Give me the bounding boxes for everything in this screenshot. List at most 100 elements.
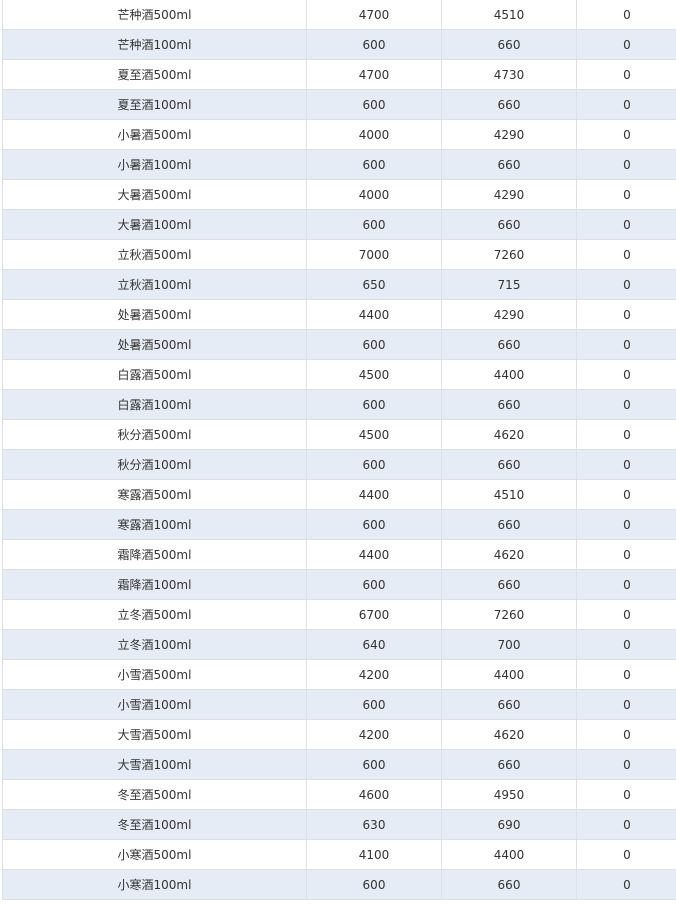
product-name-cell: 小寒酒500ml — [3, 840, 307, 869]
table-row: 白露酒100ml 600 660 0 — [3, 390, 676, 420]
table-row: 冬至酒500ml 4600 4950 0 — [3, 780, 676, 810]
product-name-cell: 霜降酒100ml — [3, 570, 307, 599]
count-cell: 0 — [623, 787, 631, 802]
count-cell: 0 — [623, 847, 631, 862]
product-name-cell: 小寒酒100ml — [3, 870, 307, 899]
product-name-cell: 冬至酒500ml — [3, 780, 307, 809]
product-name-cell: 立冬酒100ml — [3, 630, 307, 659]
price-cell-a: 600 — [307, 450, 442, 479]
product-name-cell: 大雪酒500ml — [3, 720, 307, 749]
table-row: 大雪酒100ml 600 660 0 — [3, 750, 676, 780]
table-row: 立秋酒100ml 650 715 0 — [3, 270, 676, 300]
price-cell-b: 4620 — [442, 720, 577, 749]
table-row: 大暑酒500ml 4000 4290 0 — [3, 180, 676, 210]
price-cell-a: 4500 — [307, 420, 442, 449]
price-cell-a: 4700 — [307, 0, 442, 29]
count-cell: 0 — [623, 547, 631, 562]
price-cell-a: 4000 — [307, 120, 442, 149]
table-row: 大暑酒100ml 600 660 0 — [3, 210, 676, 240]
product-name-cell: 冬至酒100ml — [3, 810, 307, 839]
price-cell-b: 660 — [442, 510, 577, 539]
price-cell-b: 715 — [442, 270, 577, 299]
table-row: 夏至酒500ml 4700 4730 0 — [3, 60, 676, 90]
table-row: 芒种酒500ml 4700 4510 0 — [3, 0, 676, 30]
price-cell-b: 660 — [442, 90, 577, 119]
product-name-cell: 大暑酒100ml — [3, 210, 307, 239]
price-cell-a: 6700 — [307, 600, 442, 629]
price-cell-b: 4290 — [442, 180, 577, 209]
product-name-cell: 小雪酒100ml — [3, 690, 307, 719]
price-cell-a: 600 — [307, 210, 442, 239]
product-name-cell: 立秋酒100ml — [3, 270, 307, 299]
price-cell-a: 4200 — [307, 720, 442, 749]
product-price-table: 芒种酒500ml 4700 4510 0 芒种酒100ml 600 660 0 夏至酒500ml… — [2, 0, 676, 900]
count-cell: 0 — [623, 607, 631, 622]
count-cell: 0 — [623, 427, 631, 442]
price-cell-b: 4510 — [442, 0, 577, 29]
product-name-cell: 寒露酒500ml — [3, 480, 307, 509]
count-cell: 0 — [623, 667, 631, 682]
product-name-cell: 秋分酒500ml — [3, 420, 307, 449]
count-cell: 0 — [623, 187, 631, 202]
count-cell: 0 — [623, 577, 631, 592]
price-cell-a: 600 — [307, 30, 442, 59]
price-cell-a: 600 — [307, 330, 442, 359]
price-cell-b: 7260 — [442, 600, 577, 629]
product-name-cell: 霜降酒500ml — [3, 540, 307, 569]
count-cell: 0 — [623, 127, 631, 142]
count-cell: 0 — [623, 517, 631, 532]
count-cell: 0 — [623, 307, 631, 322]
price-cell-b: 4290 — [442, 120, 577, 149]
count-cell: 0 — [623, 157, 631, 172]
count-cell: 0 — [623, 457, 631, 472]
table-row: 处暑酒500ml 4400 4290 0 — [3, 300, 676, 330]
price-cell-a: 4700 — [307, 60, 442, 89]
price-cell-a: 4400 — [307, 540, 442, 569]
price-cell-a: 650 — [307, 270, 442, 299]
count-cell: 0 — [623, 247, 631, 262]
product-name-cell: 夏至酒500ml — [3, 60, 307, 89]
price-cell-b: 4400 — [442, 840, 577, 869]
product-name-cell: 芒种酒100ml — [3, 30, 307, 59]
count-cell: 0 — [623, 727, 631, 742]
price-cell-b: 4730 — [442, 60, 577, 89]
price-cell-a: 600 — [307, 870, 442, 899]
product-name-cell: 大暑酒500ml — [3, 180, 307, 209]
count-cell: 0 — [623, 637, 631, 652]
price-cell-b: 7260 — [442, 240, 577, 269]
count-cell: 0 — [623, 397, 631, 412]
price-cell-b: 660 — [442, 570, 577, 599]
price-cell-b: 700 — [442, 630, 577, 659]
count-cell: 0 — [623, 37, 631, 52]
price-cell-a: 4200 — [307, 660, 442, 689]
product-name-cell: 芒种酒500ml — [3, 0, 307, 29]
table-row: 寒露酒100ml 600 660 0 — [3, 510, 676, 540]
price-cell-a: 4000 — [307, 180, 442, 209]
price-cell-b: 4400 — [442, 360, 577, 389]
product-name-cell: 处暑酒500ml — [3, 330, 307, 359]
price-cell-b: 660 — [442, 210, 577, 239]
table-row: 大雪酒500ml 4200 4620 0 — [3, 720, 676, 750]
price-cell-a: 7000 — [307, 240, 442, 269]
price-cell-a: 600 — [307, 570, 442, 599]
price-cell-b: 4290 — [442, 300, 577, 329]
price-cell-b: 660 — [442, 870, 577, 899]
price-cell-a: 600 — [307, 510, 442, 539]
product-name-cell: 大雪酒100ml — [3, 750, 307, 779]
table-row: 立冬酒500ml 6700 7260 0 — [3, 600, 676, 630]
price-cell-b: 690 — [442, 810, 577, 839]
price-cell-b: 660 — [442, 690, 577, 719]
price-cell-a: 4100 — [307, 840, 442, 869]
table-row: 夏至酒100ml 600 660 0 — [3, 90, 676, 120]
table-row: 小暑酒100ml 600 660 0 — [3, 150, 676, 180]
table-row: 小寒酒500ml 4100 4400 0 — [3, 840, 676, 870]
product-name-cell: 秋分酒100ml — [3, 450, 307, 479]
count-cell: 0 — [623, 757, 631, 772]
table-row: 霜降酒500ml 4400 4620 0 — [3, 540, 676, 570]
price-cell-a: 630 — [307, 810, 442, 839]
count-cell: 0 — [623, 877, 631, 892]
price-cell-b: 660 — [442, 450, 577, 479]
table-row: 小雪酒500ml 4200 4400 0 — [3, 660, 676, 690]
product-name-cell: 白露酒500ml — [3, 360, 307, 389]
count-cell: 0 — [623, 817, 631, 832]
